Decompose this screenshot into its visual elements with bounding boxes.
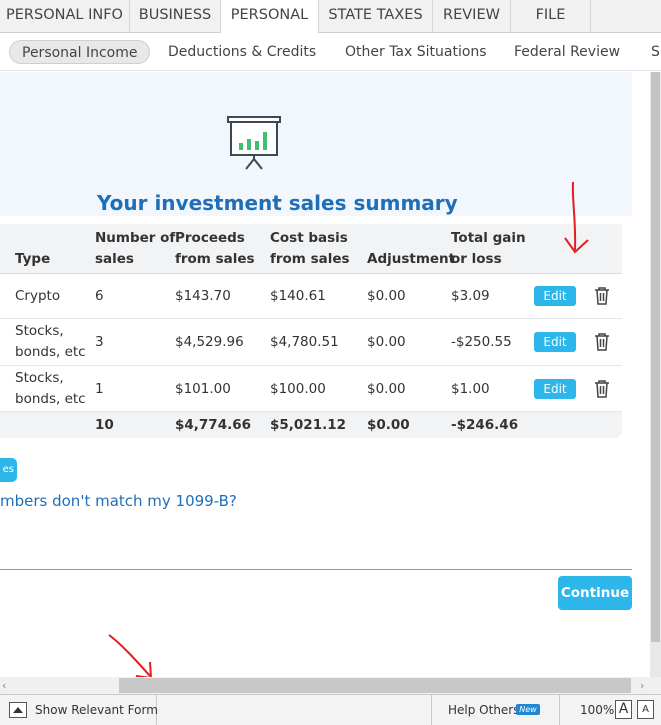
trash-icon[interactable] (593, 379, 611, 399)
total-gain: -$246.46 (451, 417, 519, 433)
tab-personal[interactable]: PERSONAL (221, 0, 319, 34)
tab-review[interactable]: REVIEW (433, 0, 511, 33)
tab-state-taxes[interactable]: STATE TAXES (319, 0, 433, 33)
numbers-mismatch-link[interactable]: mbers don't match my 1099-B? (0, 492, 237, 510)
row-cost: $4,780.51 (270, 334, 339, 350)
header-proceeds-line1: Proceeds (175, 230, 245, 246)
header-adjustment: Adjustment (367, 251, 456, 267)
scroll-right-icon[interactable]: › (640, 677, 644, 694)
row-gain: $3.09 (451, 288, 490, 304)
row-type: Crypto (15, 288, 61, 304)
table-row: Stocks, bonds, etc 1 $101.00 $100.00 $0.… (0, 366, 622, 412)
subtab-personal-income[interactable]: Personal Income (9, 40, 151, 64)
divider (0, 569, 632, 570)
help-others-label: Help Others (448, 703, 520, 717)
header-number-line1: Number of (95, 230, 176, 246)
tab-personal-info[interactable]: PERSONAL INFO (0, 0, 130, 33)
new-badge: New (516, 704, 540, 715)
header-cost-line2: from sales (270, 251, 350, 267)
add-sales-button-partial[interactable]: es (0, 458, 17, 482)
subtab-summary-partial[interactable]: Su (651, 40, 661, 64)
row-proceeds: $143.70 (175, 288, 231, 304)
total-adjustment: $0.00 (367, 417, 410, 433)
row-cost: $100.00 (270, 381, 326, 397)
edit-button[interactable]: Edit (534, 332, 576, 352)
row-gain: -$250.55 (451, 334, 512, 350)
row-type-line2: bonds, etc (15, 344, 86, 360)
triangle-up-icon (9, 702, 27, 718)
tab-business[interactable]: BUSINESS (130, 0, 221, 33)
subtab-deductions-credits[interactable]: Deductions & Credits (168, 40, 316, 64)
help-others-button[interactable]: Help Others (431, 695, 560, 725)
total-number: 10 (95, 417, 114, 433)
annotation-arrow-icon (564, 181, 589, 254)
row-adjustment: $0.00 (367, 288, 406, 304)
total-proceeds: $4,774.66 (175, 417, 252, 433)
horizontal-scrollbar-thumb[interactable] (119, 678, 631, 693)
trash-icon[interactable] (593, 286, 611, 306)
header-type: Type (15, 251, 51, 267)
bottom-toolbar: Show Relevant Form Help Others New 100% … (0, 694, 661, 725)
table-row: Crypto 6 $143.70 $140.61 $0.00 $3.09 Edi… (0, 274, 622, 319)
row-adjustment: $0.00 (367, 381, 406, 397)
add-sales-button-label: es (2, 464, 14, 475)
header-gain-line1: Total gain (451, 230, 526, 246)
row-gain: $1.00 (451, 381, 490, 397)
font-size-large-button[interactable]: A (615, 700, 632, 719)
row-proceeds: $4,529.96 (175, 334, 244, 350)
header-number-line2: sales (95, 251, 134, 267)
subtab-other-tax-situations[interactable]: Other Tax Situations (345, 40, 487, 64)
sales-table-header: Type Number of sales Proceeds from sales… (0, 224, 622, 274)
edit-button[interactable]: Edit (534, 286, 576, 306)
horizontal-scrollbar[interactable]: ‹ › (0, 677, 661, 694)
header-proceeds-line2: from sales (175, 251, 255, 267)
row-type: Stocks, (15, 370, 64, 386)
vertical-scrollbar[interactable] (650, 72, 661, 677)
row-number: 6 (95, 288, 104, 304)
edit-button[interactable]: Edit (534, 379, 576, 399)
continue-button[interactable]: Continue (558, 576, 632, 610)
vertical-scrollbar-thumb[interactable] (651, 72, 660, 642)
header-cost-line1: Cost basis (270, 230, 348, 246)
row-number: 3 (95, 334, 104, 350)
zoom-level: 100% (580, 703, 615, 717)
show-relevant-form-label: Show Relevant Form (35, 703, 158, 717)
row-adjustment: $0.00 (367, 334, 406, 350)
row-cost: $140.61 (270, 288, 326, 304)
page-title: Your investment sales summary (97, 191, 458, 215)
header-gain-line2: or loss (451, 251, 502, 267)
subtab-federal-review[interactable]: Federal Review (514, 40, 620, 64)
row-type-line2: bonds, etc (15, 391, 86, 407)
scroll-left-icon[interactable]: ‹ (2, 677, 6, 694)
row-proceeds: $101.00 (175, 381, 231, 397)
show-relevant-form-button[interactable]: Show Relevant Form (0, 695, 158, 725)
row-type: Stocks, (15, 323, 64, 339)
tab-file[interactable]: FILE (511, 0, 591, 33)
total-cost: $5,021.12 (270, 417, 347, 433)
row-number: 1 (95, 381, 104, 397)
trash-icon[interactable] (593, 332, 611, 352)
totals-row: 10 $4,774.66 $5,021.12 $0.00 -$246.46 (0, 412, 622, 438)
presentation-chart-icon (227, 116, 281, 170)
table-row: Stocks, bonds, etc 3 $4,529.96 $4,780.51… (0, 319, 622, 366)
font-size-small-button[interactable]: A (637, 700, 654, 719)
sub-navigation-tabs: Personal Income Deductions & Credits Oth… (0, 33, 661, 71)
top-navigation-tabs: PERSONAL INFO BUSINESS PERSONAL STATE TA… (0, 0, 661, 34)
